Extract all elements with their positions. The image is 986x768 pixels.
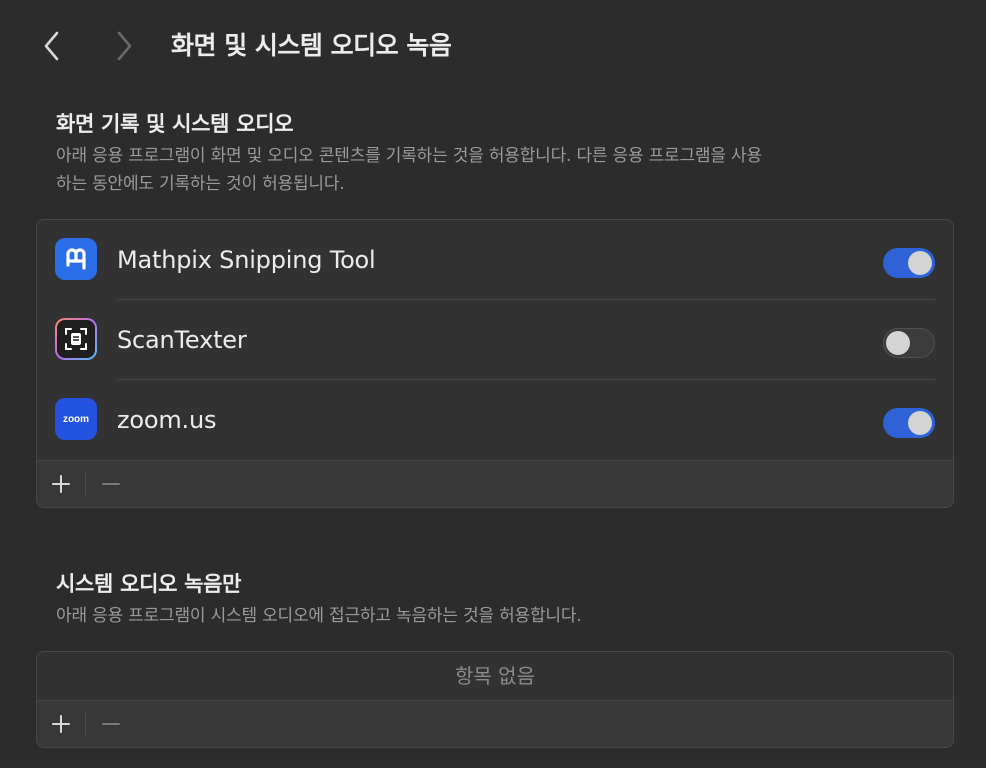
toggle-knob <box>886 331 910 355</box>
zoom-icon: zoom <box>55 398 97 440</box>
back-button[interactable] <box>38 28 66 64</box>
zoom-toggle[interactable] <box>883 408 935 438</box>
description-line: 하는 동안에도 기록하는 것이 허용됩니다. <box>56 174 345 194</box>
mathpix-toggle[interactable] <box>883 248 935 278</box>
plus-icon <box>52 715 70 733</box>
app-name: Mathpix Snipping Tool <box>117 246 376 274</box>
section-description-screen-recording: 아래 응용 프로그램이 화면 및 오디오 콘텐츠를 기록하는 것을 허용합니다.… <box>56 142 936 198</box>
list-item-scantexter: ScanTexter <box>37 300 953 380</box>
remove-button[interactable] <box>89 461 133 507</box>
plus-icon <box>52 475 70 493</box>
section-title-system-audio: 시스템 오디오 녹음만 <box>56 572 242 596</box>
section-description-system-audio: 아래 응용 프로그램이 시스템 오디오에 접근하고 녹음하는 것을 허용합니다. <box>56 606 582 626</box>
app-name: zoom.us <box>117 406 217 434</box>
list-footer <box>37 460 953 507</box>
scantexter-icon <box>55 318 97 360</box>
minus-icon <box>102 483 120 485</box>
footer-separator <box>85 471 86 497</box>
scantexter-toggle[interactable] <box>883 328 935 358</box>
list-footer <box>37 700 953 747</box>
list-item-mathpix: Mathpix Snipping Tool <box>37 220 953 300</box>
toolbar: 화면 및 시스템 오디오 녹음 <box>0 0 986 92</box>
section-title-screen-recording: 화면 기록 및 시스템 오디오 <box>56 112 294 136</box>
app-name: ScanTexter <box>117 326 247 354</box>
zoom-icon-text: zoom <box>62 413 90 425</box>
add-button[interactable] <box>39 701 83 747</box>
chevron-right-icon <box>117 31 132 61</box>
toggle-knob <box>908 411 932 435</box>
system-audio-app-list: 항목 없음 <box>36 651 954 748</box>
mathpix-icon <box>55 238 97 280</box>
add-button[interactable] <box>39 461 83 507</box>
minus-icon <box>102 723 120 725</box>
page-title: 화면 및 시스템 오디오 녹음 <box>171 31 452 60</box>
footer-separator <box>85 711 86 737</box>
chevron-left-icon <box>44 31 59 61</box>
empty-list-text: 항목 없음 <box>455 664 535 688</box>
description-line: 아래 응용 프로그램이 화면 및 오디오 콘텐츠를 기록하는 것을 허용합니다.… <box>56 146 762 166</box>
list-item-zoom: zoom zoom.us <box>37 380 953 460</box>
remove-button[interactable] <box>89 701 133 747</box>
toggle-knob <box>908 251 932 275</box>
forward-button[interactable] <box>110 28 138 64</box>
screen-recording-app-list: Mathpix Snipping Tool ScanTexter zoom zo… <box>36 219 954 508</box>
